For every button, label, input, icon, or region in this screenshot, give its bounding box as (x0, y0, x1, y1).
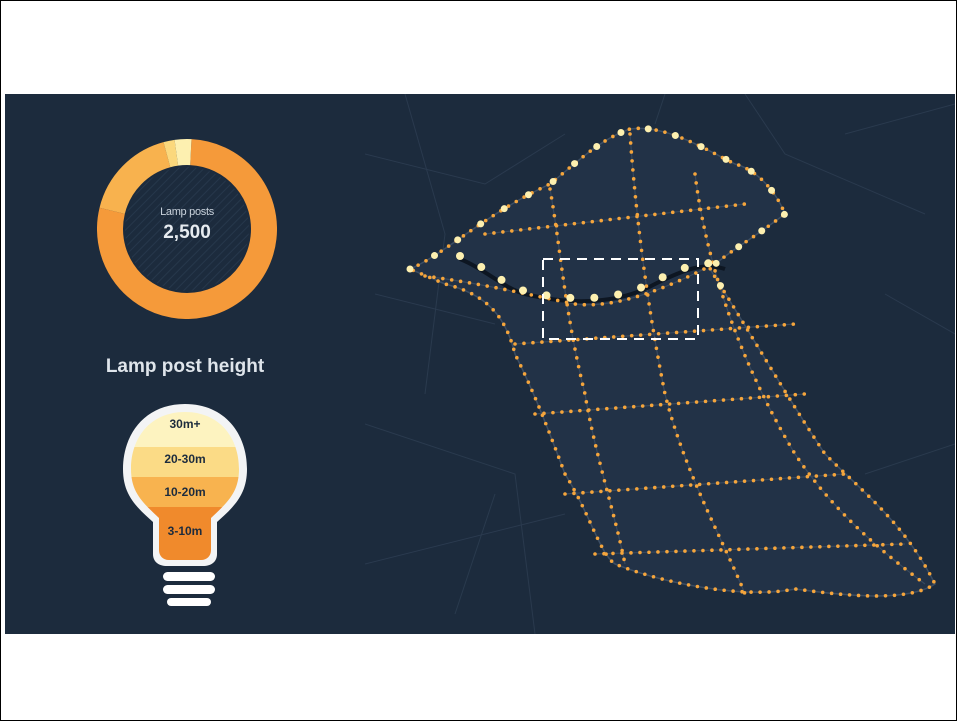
infographic-panel: Lamp posts 2,500 Lamp post height 30m+ 2… (5, 94, 955, 634)
band-label-10-20m: 10-20m (164, 485, 206, 499)
donut-segment-20-30m (163, 139, 179, 168)
bulb-base-ring-1 (163, 572, 215, 581)
legend-title: Lamp post height (105, 356, 265, 377)
band-label-3-10m: 3-10m (167, 524, 203, 538)
donut-value: 2,500 (163, 222, 211, 243)
band-label-30m-plus: 30m+ (169, 417, 201, 431)
district-area (408, 127, 936, 597)
donut-label: Lamp posts (160, 206, 214, 218)
donut-segment-30m-plus (174, 139, 192, 166)
street-lamp-map (365, 94, 955, 634)
bulb-base-ring-2 (163, 585, 215, 594)
bulb-base-ring-3 (167, 598, 211, 606)
band-label-20-30m: 20-30m (164, 452, 206, 466)
